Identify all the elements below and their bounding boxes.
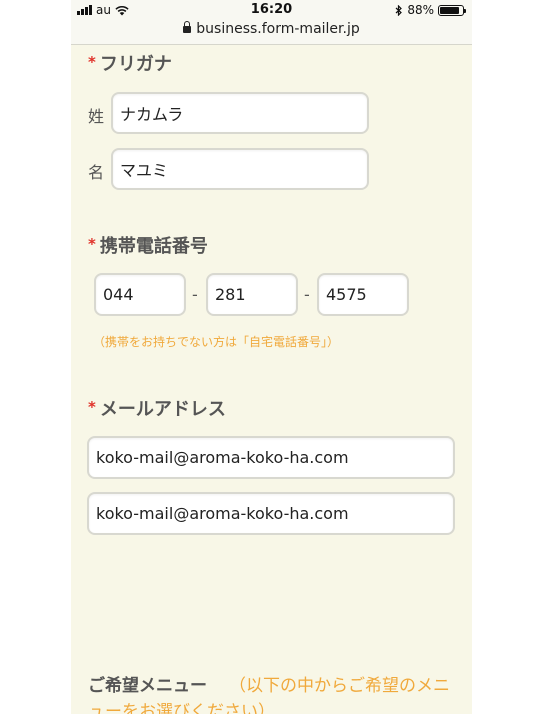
battery-percent: 88% <box>407 3 434 17</box>
battery-area: 88% <box>395 3 466 17</box>
menu-label: ご希望メニュー <box>88 676 207 696</box>
furigana-last-name-input[interactable]: ナカムラ <box>111 92 369 134</box>
phone-part2-input[interactable]: 281 <box>206 273 298 316</box>
status-bar: au 16:20 88% business.form-mailer.jp <box>71 0 472 45</box>
phone-part3-value: 4575 <box>326 285 367 304</box>
phone-part1-input[interactable]: 044 <box>94 273 186 316</box>
email-heading: * メールアドレス <box>88 395 226 421</box>
phone-note: （携帯をお持ちでない方は「自宅電話番号」） <box>93 335 340 349</box>
email-confirm-value: koko-mail@aroma-koko-ha.com <box>96 504 349 523</box>
required-mark: * <box>88 53 96 71</box>
required-mark: * <box>88 398 96 416</box>
email-input[interactable]: koko-mail@aroma-koko-ha.com <box>87 436 455 479</box>
phone-part3-input[interactable]: 4575 <box>317 273 409 316</box>
required-mark: * <box>88 235 96 253</box>
furigana-first-name-input[interactable]: マユミ <box>111 148 369 190</box>
furigana-last-name-value: ナカムラ <box>120 105 184 124</box>
last-name-label: 姓 <box>88 107 105 126</box>
lock-icon <box>183 21 192 33</box>
url-text: business.form-mailer.jp <box>196 21 360 37</box>
email-value: koko-mail@aroma-koko-ha.com <box>96 448 349 467</box>
phone-part2-value: 281 <box>215 285 246 304</box>
phone-heading-text: 携帯電話番号 <box>99 236 208 257</box>
menu-section-label: ご希望メニュー （以下の中からご希望のメニューをお選びください） <box>88 673 458 714</box>
email-heading-text: メールアドレス <box>99 399 226 420</box>
form-page: au 16:20 88% business.form-mailer.jp * フリ… <box>71 0 472 714</box>
furigana-heading-text: フリガナ <box>99 54 172 75</box>
phone-heading: * 携帯電話番号 <box>88 232 208 258</box>
email-confirm-input[interactable]: koko-mail@aroma-koko-ha.com <box>87 492 455 535</box>
phone-part1-value: 044 <box>103 285 134 304</box>
address-bar[interactable]: business.form-mailer.jp <box>71 21 472 37</box>
phone-separator-1: - <box>192 285 198 304</box>
furigana-first-name-value: マユミ <box>120 161 169 180</box>
battery-icon <box>438 4 466 16</box>
first-name-label: 名 <box>88 163 105 182</box>
phone-separator-2: - <box>304 285 310 304</box>
bluetooth-icon <box>395 4 403 16</box>
furigana-heading: * フリガナ <box>88 50 172 76</box>
